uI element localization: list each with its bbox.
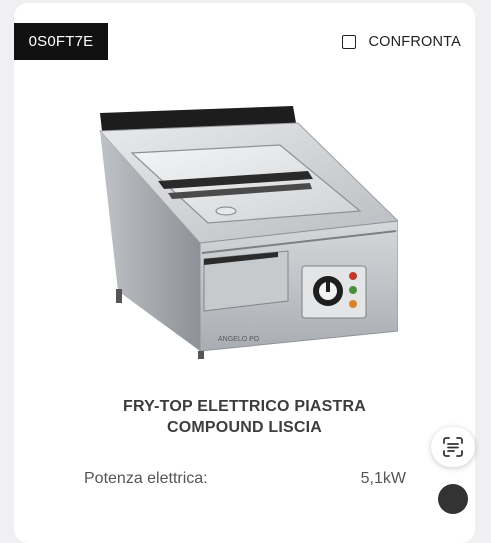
checkbox-icon[interactable] <box>342 35 357 49</box>
text-scan-button[interactable] <box>431 427 475 467</box>
compare-checkbox[interactable]: CONFRONTA <box>342 34 461 50</box>
compare-label: CONFRONTA <box>368 34 461 50</box>
product-title[interactable]: FRY-TOP ELETTRICO PIASTRA COMPOUND LISCI… <box>14 396 475 438</box>
text-scan-icon <box>443 437 463 457</box>
product-title-line-2: COMPOUND LISCIA <box>167 419 322 436</box>
spec-label: Potenza elettrica: <box>84 470 208 487</box>
product-code-badge: 0S0FT7E <box>14 23 108 60</box>
product-image[interactable]: ANGELO PO <box>98 101 398 361</box>
spec-row: Potenza elettrica: 5,1kW <box>84 470 406 488</box>
floating-chat-bubble[interactable] <box>438 484 468 514</box>
brand-mark: ANGELO PO <box>218 336 260 343</box>
spec-value: 5,1kW <box>360 470 406 487</box>
product-title-line-1: FRY-TOP ELETTRICO PIASTRA <box>123 398 366 415</box>
product-card[interactable]: 0S0FT7E CONFRONTA ANGELO PO FRY-TOP ELET… <box>14 3 475 543</box>
